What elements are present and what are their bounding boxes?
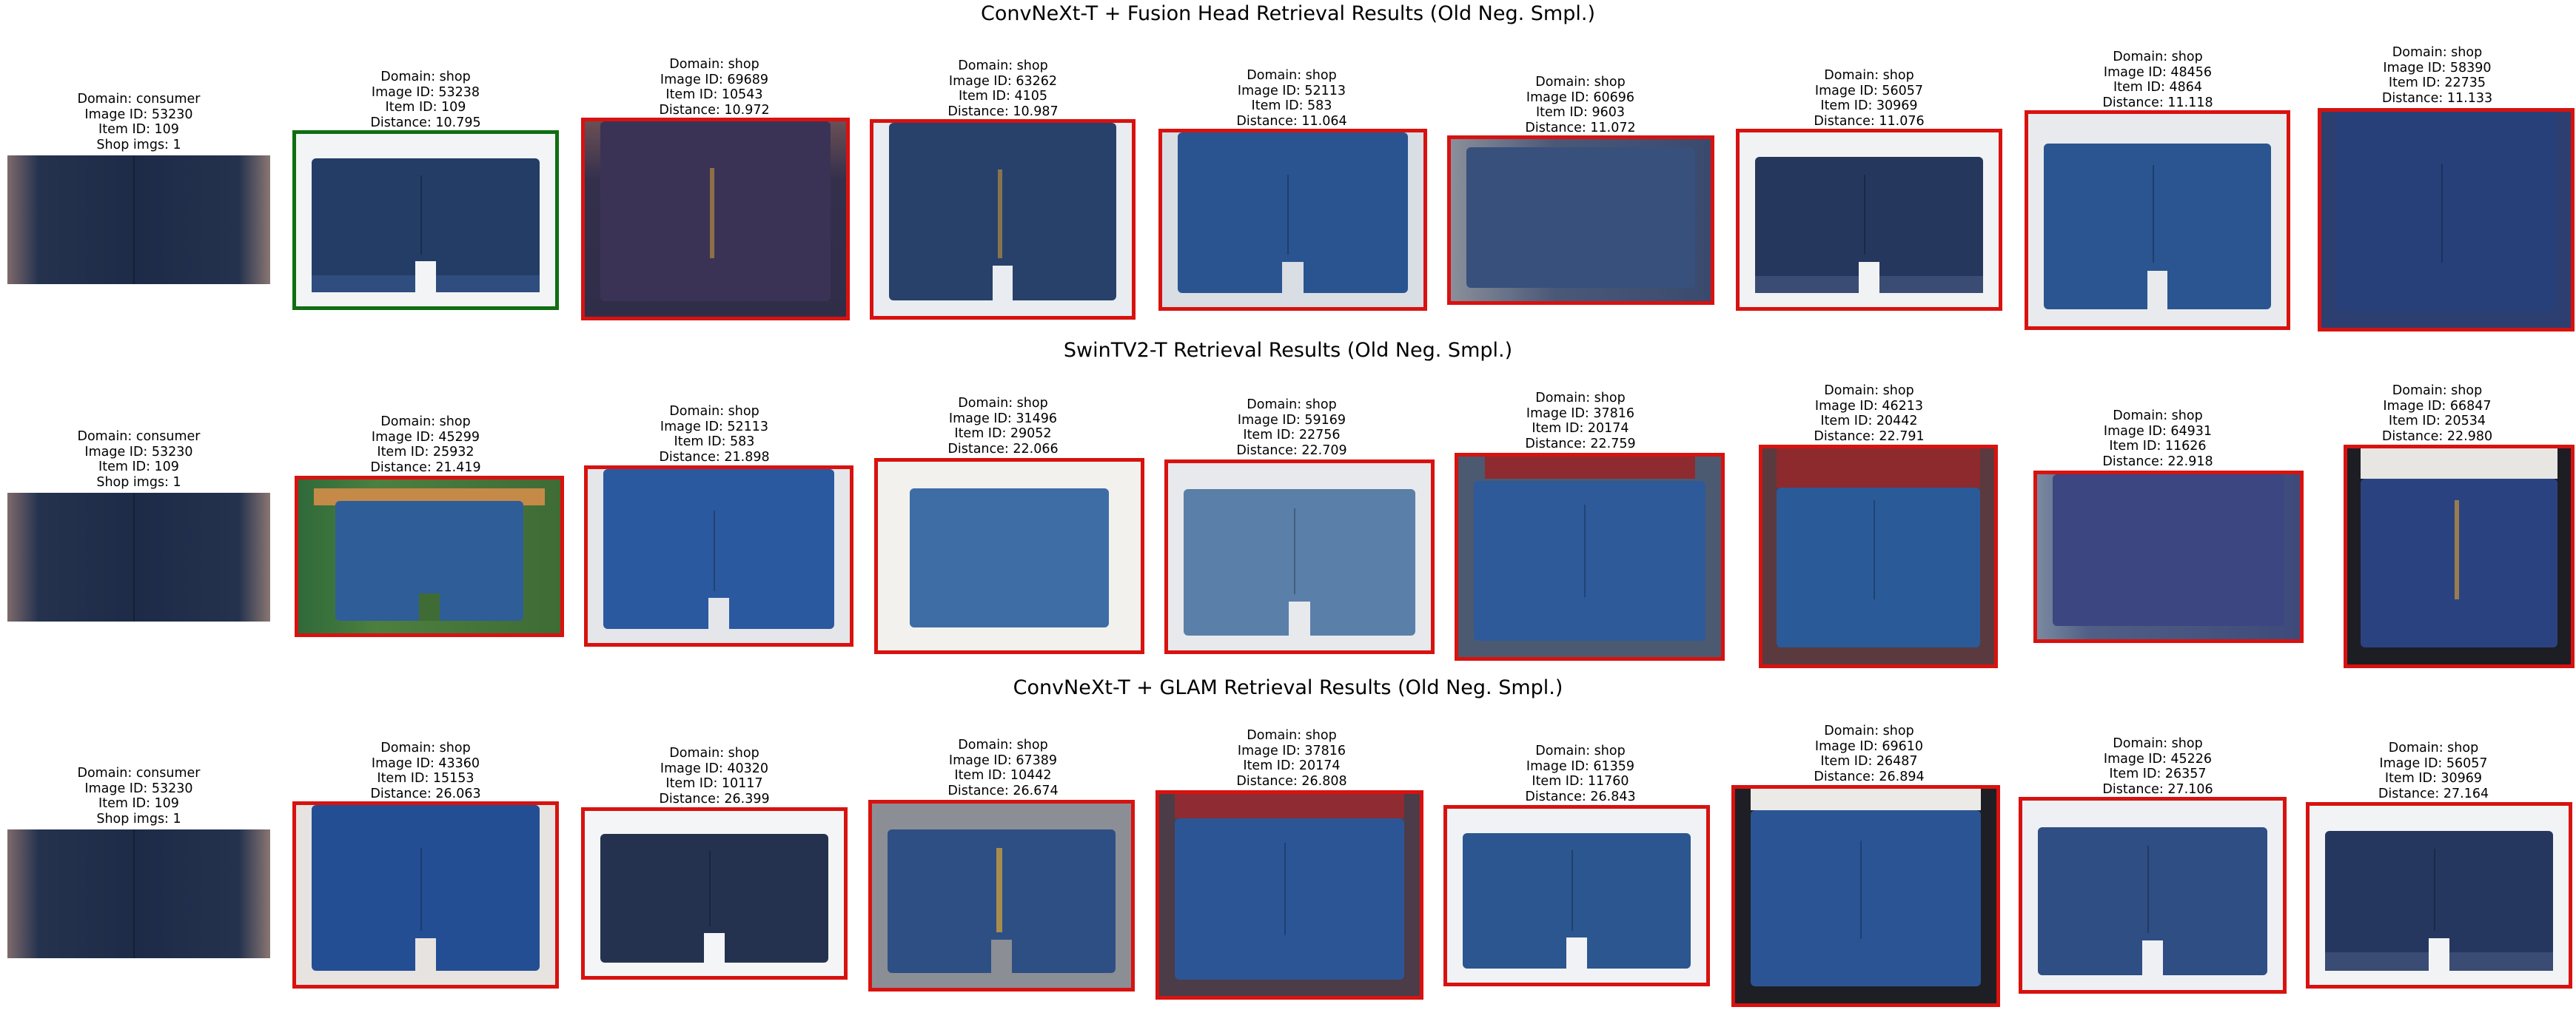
result-caption: Domain: shop Image ID: 48456 Item ID: 4864… [2102,50,2213,110]
result-caption: Domain: shop Image ID: 37816 Item ID: 2017… [1236,728,1347,789]
result-caption: Domain: shop Image ID: 40320 Item ID: 1011… [659,746,770,807]
result-caption: Domain: shop Image ID: 46213 Item ID: 2044… [1814,383,1925,444]
result-image [1759,445,1998,668]
result-caption: Domain: shop Image ID: 69610 Item ID: 2648… [1814,724,1925,784]
result-image [295,476,564,637]
result-image [1731,785,2000,1007]
result-caption: Domain: shop Image ID: 66847 Item ID: 2053… [2381,383,2493,444]
result-caption: Domain: shop Image ID: 45299 Item ID: 2593… [370,414,481,475]
result-caption: Domain: shop Image ID: 52113 Item ID: 583 D… [659,404,770,465]
result-image [2019,797,2287,994]
result-caption: Domain: shop Image ID: 58390 Item ID: 2273… [2381,45,2493,106]
result-caption: Domain: shop Image ID: 67389 Item ID: 1044… [947,738,1059,798]
result-image-match [292,130,559,310]
result-caption: Domain: shop Image ID: 63262 Item ID: 4105… [947,58,1059,119]
row-title: ConvNeXt-T + GLAM Retrieval Results (Old… [1013,676,1563,699]
result-caption: Domain: shop Image ID: 64931 Item ID: 1162… [2102,408,2213,469]
result-caption: Domain: shop Image ID: 53238 Item ID: 109 D… [370,70,481,130]
result-caption: Domain: shop Image ID: 59169 Item ID: 2275… [1236,397,1347,458]
query-caption: Domain: consumer Image ID: 53230 Item ID: … [77,429,201,490]
result-image [868,800,1135,992]
result-image [2033,471,2304,643]
result-image [584,465,853,647]
query-caption: Domain: consumer Image ID: 53230 Item ID: … [77,766,201,826]
query-image [7,493,270,622]
result-image [1455,453,1725,661]
query-caption: Domain: consumer Image ID: 53230 Item ID: … [77,92,201,152]
result-caption: Domain: shop Image ID: 37816 Item ID: 2017… [1525,391,1636,451]
result-image [1158,129,1427,311]
row-title: SwinTV2-T Retrieval Results (Old Neg. Sm… [1063,339,1513,362]
query-image [7,829,270,958]
result-image [2306,802,2572,989]
result-image [581,807,848,980]
query-image [7,155,270,284]
result-caption: Domain: shop Image ID: 69689 Item ID: 1054… [659,57,770,118]
result-caption: Domain: shop Image ID: 56057 Item ID: 3096… [2378,741,2489,801]
result-caption: Domain: shop Image ID: 52113 Item ID: 583 D… [1236,68,1347,129]
result-image [292,801,559,989]
result-caption: Domain: shop Image ID: 45226 Item ID: 2635… [2102,736,2213,797]
result-caption: Domain: shop Image ID: 43360 Item ID: 1515… [370,741,481,801]
result-image [1736,129,2002,311]
result-image [1155,790,1423,1000]
result-image [581,118,850,320]
row-title: ConvNeXt-T + Fusion Head Retrieval Resul… [981,2,1595,25]
result-image [874,458,1144,654]
result-caption: Domain: shop Image ID: 31496 Item ID: 2905… [947,396,1059,457]
result-image [870,119,1136,320]
result-image [2344,445,2575,668]
result-caption: Domain: shop Image ID: 56057 Item ID: 3096… [1814,68,1925,129]
result-image [2318,108,2575,331]
result-image [1447,135,1714,305]
result-image [2025,110,2290,330]
result-image [1164,459,1435,654]
result-image [1443,805,1710,986]
result-caption: Domain: shop Image ID: 60696 Item ID: 9603… [1525,75,1636,135]
result-caption: Domain: shop Image ID: 61359 Item ID: 1176… [1525,744,1636,804]
